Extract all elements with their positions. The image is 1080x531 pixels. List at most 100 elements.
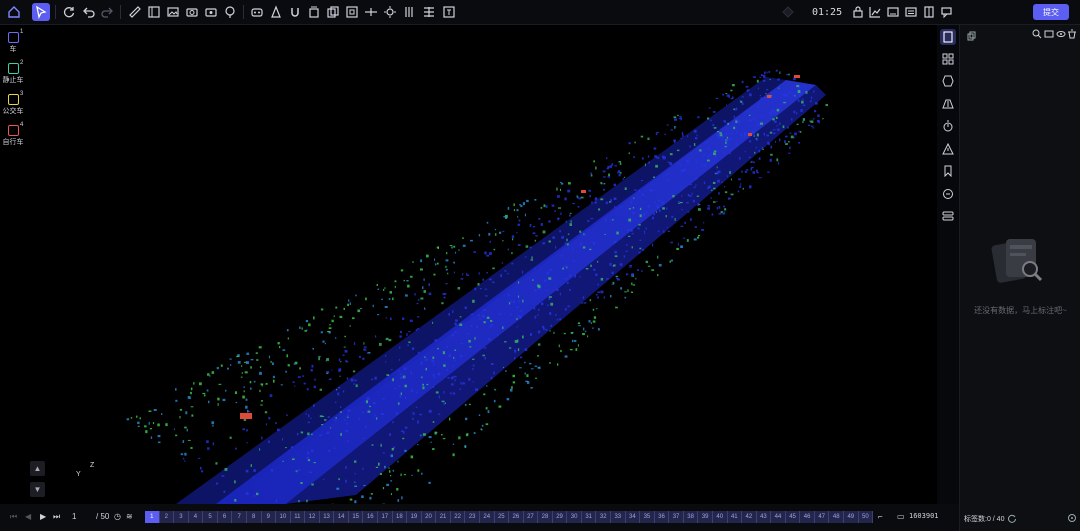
frame-cell[interactable]: 11 <box>291 511 306 523</box>
flag-icon[interactable] <box>940 163 956 179</box>
class-item-bicycle[interactable]: 自行车 4 <box>0 121 26 152</box>
frame-cell[interactable]: 17 <box>378 511 393 523</box>
copy-icon[interactable] <box>967 31 977 41</box>
frame-cell[interactable]: 5 <box>203 511 218 523</box>
refresh-icon[interactable] <box>1007 513 1017 523</box>
frame-cell[interactable]: 2 <box>160 511 175 523</box>
frame-cell[interactable]: 23 <box>465 511 480 523</box>
prev-frame-icon[interactable]: ◀ <box>25 512 31 521</box>
sun-icon[interactable] <box>381 3 399 21</box>
select-pointer-icon[interactable] <box>32 3 50 21</box>
trash-icon[interactable] <box>1067 29 1077 39</box>
frame-cell[interactable]: 45 <box>786 511 801 523</box>
class-item-car[interactable]: 车 1 <box>0 28 26 59</box>
home-icon[interactable] <box>5 3 23 21</box>
frame-cell[interactable]: 43 <box>757 511 772 523</box>
frame-cell[interactable]: 29 <box>553 511 568 523</box>
settings-icon[interactable] <box>1067 513 1077 523</box>
frame-strip[interactable]: 1 2 3 4 5 6 7 8 9 10 11 12 13 14 15 16 17 18 19 20 21 22 23 24 2… <box>145 511 874 523</box>
frame-cell[interactable]: 26 <box>509 511 524 523</box>
keyboard-icon[interactable] <box>884 3 902 21</box>
frame-cell[interactable]: 14 <box>334 511 349 523</box>
zoom-out-button[interactable]: ▼ <box>30 482 45 497</box>
next-frame-icon[interactable]: ▶ <box>40 512 46 521</box>
text-box-icon[interactable] <box>440 3 458 21</box>
first-frame-icon[interactable]: ⏮ <box>10 512 17 522</box>
frame-cell[interactable]: 33 <box>611 511 626 523</box>
layers-icon[interactable] <box>940 208 956 224</box>
frame-cell[interactable]: 49 <box>844 511 859 523</box>
align-icon[interactable] <box>420 3 438 21</box>
frame-cell[interactable]: 20 <box>422 511 437 523</box>
frame-input[interactable]: 1 <box>72 512 76 521</box>
frame-cell[interactable]: 3 <box>174 511 189 523</box>
frame-cell[interactable]: 46 <box>800 511 815 523</box>
lock-icon[interactable] <box>849 3 867 21</box>
frame-cell[interactable]: 41 <box>728 511 743 523</box>
frame-cell[interactable]: 34 <box>626 511 641 523</box>
fit-icon[interactable] <box>362 3 380 21</box>
location-icon[interactable] <box>779 3 797 21</box>
frame-cell[interactable]: 4 <box>189 511 204 523</box>
undo-icon[interactable] <box>80 3 98 21</box>
class-item-bus[interactable]: 公交车 3 <box>0 90 26 121</box>
frame-cell[interactable]: 38 <box>684 511 699 523</box>
frame-cell[interactable]: 8 <box>247 511 262 523</box>
rotate-box-icon[interactable] <box>305 3 323 21</box>
frame-cell[interactable]: 13 <box>320 511 335 523</box>
eye-icon[interactable] <box>1056 29 1066 39</box>
frame-cell[interactable]: 1 <box>145 511 160 523</box>
timer-icon[interactable] <box>940 118 956 134</box>
tree-icon[interactable] <box>221 3 239 21</box>
point-cloud-viewer[interactable]: ▲ ▼ Y Z <box>26 25 936 504</box>
frame-cell[interactable]: 10 <box>276 511 291 523</box>
magnet-icon[interactable] <box>286 3 304 21</box>
frame-cell[interactable]: 25 <box>495 511 510 523</box>
grid-icon[interactable] <box>940 51 956 67</box>
ruler-icon[interactable] <box>126 3 144 21</box>
camera-icon[interactable] <box>183 3 201 21</box>
class-item-parked-car[interactable]: 静止车 2 <box>0 59 26 90</box>
warning-icon[interactable] <box>940 141 956 157</box>
frame-cell[interactable]: 31 <box>582 511 597 523</box>
image-icon[interactable] <box>164 3 182 21</box>
frame-cell[interactable]: 30 <box>567 511 582 523</box>
chat-icon[interactable] <box>938 3 956 21</box>
submit-button[interactable]: 提交 <box>1033 4 1069 20</box>
zoom-in-button[interactable]: ▲ <box>30 461 45 476</box>
frame-cell[interactable]: 27 <box>524 511 539 523</box>
hexagon-icon[interactable] <box>940 73 956 89</box>
folder-icon[interactable]: ▭ <box>897 512 905 521</box>
frame-cell[interactable]: 9 <box>262 511 277 523</box>
chart-icon[interactable]: ⌐ <box>878 512 883 521</box>
frame-cell[interactable]: 37 <box>669 511 684 523</box>
frame-cell[interactable]: 15 <box>349 511 364 523</box>
robot-icon[interactable] <box>248 3 266 21</box>
image-icon[interactable] <box>1044 29 1054 39</box>
frame-cell[interactable]: 48 <box>829 511 844 523</box>
box-copy-icon[interactable] <box>324 3 342 21</box>
frame-cell[interactable]: 6 <box>218 511 233 523</box>
road-icon[interactable] <box>940 96 956 112</box>
refresh-icon[interactable] <box>60 3 78 21</box>
panel-icon[interactable] <box>145 3 163 21</box>
frame-cell[interactable]: 28 <box>538 511 553 523</box>
frame-cell[interactable]: 16 <box>363 511 378 523</box>
frame-cell[interactable]: 18 <box>393 511 408 523</box>
split-view-icon[interactable] <box>920 3 938 21</box>
axis-icon[interactable] <box>400 3 418 21</box>
frame-cell[interactable]: 47 <box>815 511 830 523</box>
frame-cell[interactable]: 35 <box>640 511 655 523</box>
frame-cell[interactable]: 12 <box>305 511 320 523</box>
frame-cell[interactable]: 32 <box>596 511 611 523</box>
last-frame-icon[interactable]: ⏭ <box>53 512 60 522</box>
chart-icon[interactable] <box>866 3 884 21</box>
frame-cell[interactable]: 24 <box>480 511 495 523</box>
frame-cell[interactable]: 42 <box>742 511 757 523</box>
frame-cell[interactable]: 19 <box>407 511 422 523</box>
keyboard-alt-icon[interactable] <box>902 3 920 21</box>
frame-cell[interactable]: 22 <box>451 511 466 523</box>
redo-icon[interactable] <box>98 3 116 21</box>
bookmark-book-icon[interactable] <box>940 29 956 45</box>
search-icon[interactable] <box>1032 29 1042 39</box>
